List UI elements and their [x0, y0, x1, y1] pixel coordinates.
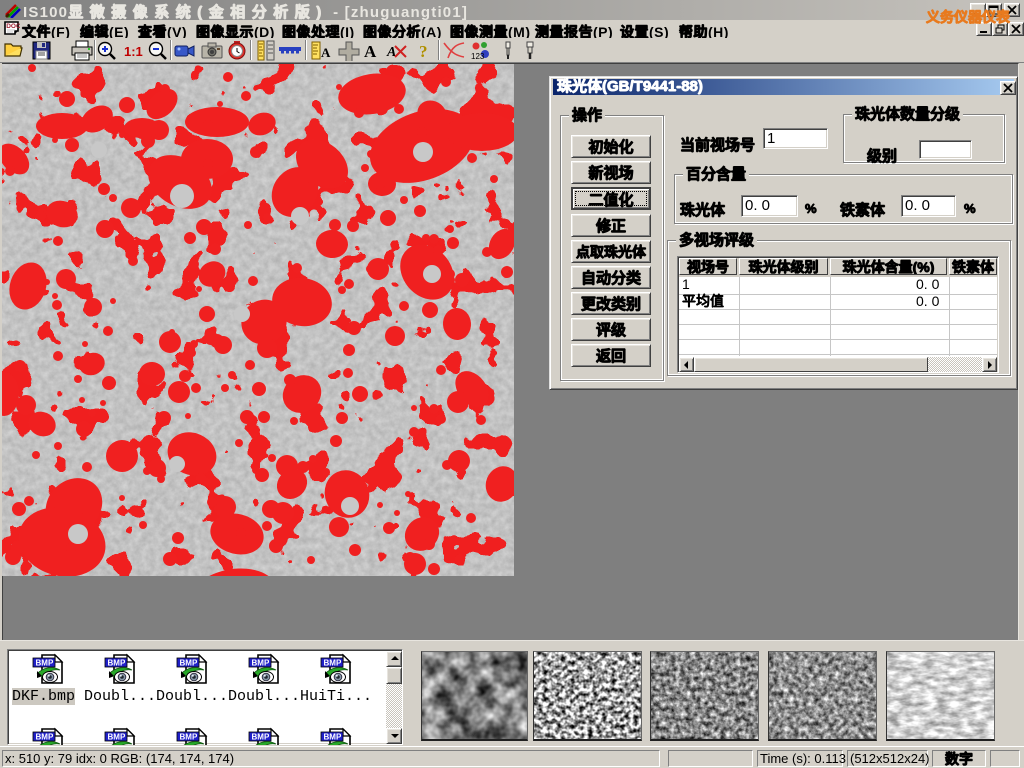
svg-text:A: A: [386, 45, 396, 60]
svg-text:1:1: 1:1: [124, 44, 143, 59]
svg-text:123: 123: [471, 52, 485, 61]
svg-text:A: A: [321, 45, 331, 60]
svg-text:A: A: [364, 42, 377, 61]
svg-text:?: ?: [419, 42, 428, 61]
